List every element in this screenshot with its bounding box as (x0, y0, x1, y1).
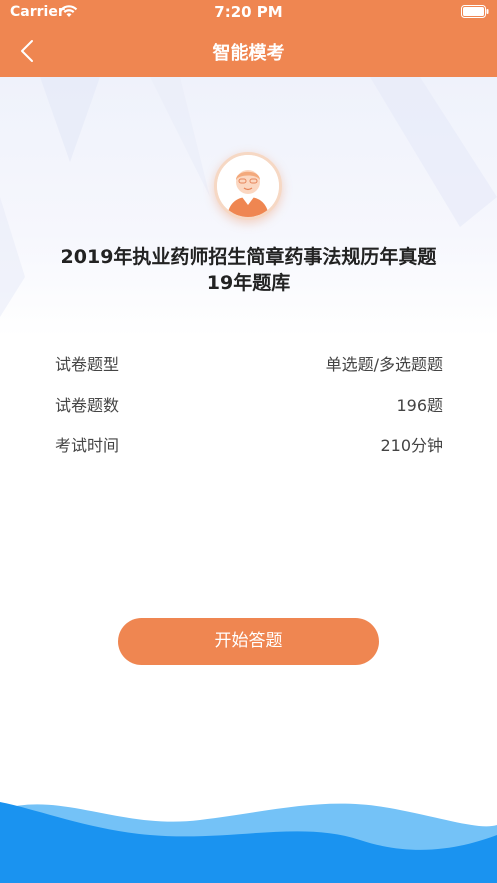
info-row-question-count: 试卷题数 196题 (55, 392, 443, 416)
info-value: 210分钟 (380, 436, 443, 455)
battery-icon (461, 5, 489, 18)
user-avatar-icon (217, 155, 279, 217)
info-value: 196题 (396, 396, 443, 415)
info-label: 试卷题数 (55, 396, 120, 415)
info-value: 单选题/多选题题 (325, 355, 443, 374)
info-label: 考试时间 (55, 436, 120, 455)
status-time: 7:20 PM (214, 3, 283, 21)
page-title: 智能模考 (212, 43, 285, 64)
exam-title-line1: 2019年执业药师招生简章药事法规历年真题 (60, 246, 437, 268)
info-row-exam-time: 考试时间 210分钟 (55, 432, 443, 456)
wave-decoration (0, 802, 497, 883)
info-row-question-type: 试卷题型 单选题/多选题题 (55, 351, 443, 375)
exam-title: 2019年执业药师招生简章药事法规历年真题 19年题库 (20, 244, 477, 296)
info-label: 试卷题型 (55, 355, 120, 374)
start-exam-button[interactable]: 开始答题 (118, 618, 379, 665)
status-bar: Carrier 7:20 PM (0, 0, 497, 26)
header: Carrier 7:20 PM 智能模考 (0, 0, 497, 77)
nav-bar: 智能模考 (0, 26, 497, 77)
exam-title-line2: 19年题库 (206, 272, 291, 294)
avatar (214, 152, 282, 220)
